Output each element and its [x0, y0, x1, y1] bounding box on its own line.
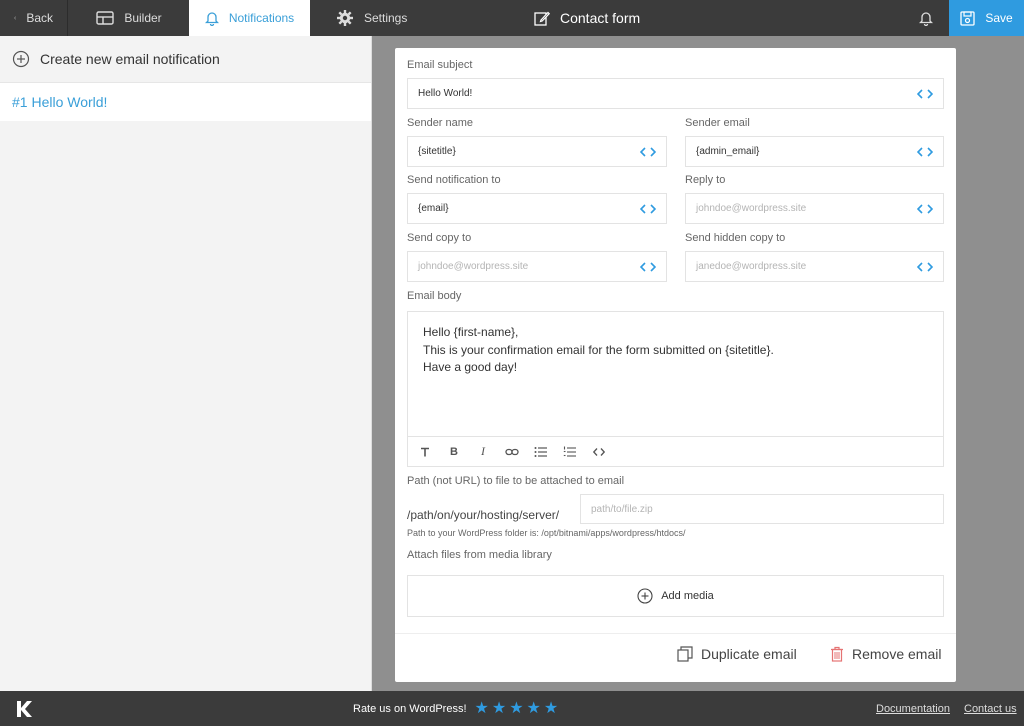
tab-builder-label: Builder [124, 11, 162, 25]
add-media-button[interactable]: Add media [407, 575, 944, 617]
attachment-label: Path (not URL) to file to be attached to… [407, 475, 625, 487]
plus-circle-icon [12, 50, 30, 68]
notification-item[interactable]: #1 Hello World! [0, 83, 371, 121]
code-icon[interactable] [630, 146, 666, 157]
code-icon[interactable] [907, 203, 943, 214]
copy-icon [677, 646, 693, 662]
code-icon[interactable] [907, 146, 943, 157]
email-body-line: Have a good day! [423, 360, 518, 374]
star-icon[interactable]: ★ [492, 700, 506, 717]
chevron-left-icon [14, 16, 17, 20]
top-bar: Back Builder Notifications Settings Cont… [0, 0, 1024, 36]
trash-icon [831, 646, 843, 662]
form-title-text: Contact form [560, 10, 641, 26]
sender-name-field[interactable]: {sitetitle} [407, 136, 667, 167]
text-format-icon[interactable] [416, 443, 434, 461]
back-button[interactable]: Back [0, 0, 68, 36]
attachment-path-input[interactable]: path/to/file.zip [580, 494, 944, 524]
email-body-line: This is your confirmation email for the … [423, 342, 774, 357]
wordpress-path-hint: Path to your WordPress folder is: /opt/b… [407, 528, 686, 538]
attachment-path-placeholder: path/to/file.zip [591, 503, 653, 515]
code-icon[interactable] [630, 261, 666, 272]
sender-name-label: Sender name [407, 117, 474, 129]
back-label: Back [26, 11, 53, 25]
footer: Rate us on WordPress! ★ ★ ★ ★ ★ Document… [0, 691, 1024, 726]
sender-name-value: {sitetitle} [418, 146, 456, 157]
send-copy-field[interactable]: johndoe@wordpress.site [407, 251, 667, 282]
tab-builder[interactable]: Builder [69, 0, 189, 36]
notification-item-label: #1 Hello World! [12, 94, 108, 110]
numbered-list-icon[interactable] [561, 443, 579, 461]
bell-icon [919, 12, 933, 26]
email-subject-field[interactable]: Hello World! [407, 78, 944, 109]
email-body-text[interactable]: Hello {first-name}, This is your confirm… [408, 312, 943, 437]
rate-us: Rate us on WordPress! ★ ★ ★ ★ ★ [353, 691, 558, 726]
edit-icon [534, 11, 550, 26]
star-icon[interactable]: ★ [527, 700, 541, 717]
send-to-field[interactable]: {email} [407, 193, 667, 224]
save-label: Save [985, 11, 1013, 25]
documentation-link[interactable]: Documentation [876, 691, 950, 726]
reply-to-label: Reply to [685, 174, 726, 186]
star-icon[interactable]: ★ [475, 700, 489, 717]
editor-area: Email subject Hello World! Sender name {… [373, 36, 1024, 691]
notifications-sidebar: Create new email notification #1 Hello W… [0, 36, 372, 691]
remove-email-label: Remove email [852, 646, 942, 662]
bullet-list-icon[interactable] [532, 443, 550, 461]
reply-to-field[interactable]: johndoe@wordpress.site [685, 193, 944, 224]
send-to-value: {email} [418, 203, 449, 214]
italic-icon[interactable]: I [474, 443, 492, 461]
email-subject-label: Email subject [407, 59, 473, 71]
add-media-label: Add media [661, 590, 714, 602]
tab-notifications-label: Notifications [228, 11, 295, 25]
contact-us-link[interactable]: Contact us [964, 691, 1017, 726]
email-subject-value: Hello World! [418, 88, 473, 99]
duplicate-email-label: Duplicate email [701, 646, 797, 662]
star-icon[interactable]: ★ [509, 700, 523, 717]
sender-email-field[interactable]: {admin_email} [685, 136, 944, 167]
divider [395, 633, 956, 634]
duplicate-email-button[interactable]: Duplicate email [677, 646, 797, 662]
reply-to-placeholder: johndoe@wordpress.site [696, 203, 807, 214]
link-icon[interactable] [503, 443, 521, 461]
tab-settings-label: Settings [364, 11, 408, 25]
gear-icon [337, 10, 353, 26]
remove-email-button[interactable]: Remove email [830, 646, 941, 662]
brand-logo-icon [17, 701, 32, 717]
sender-email-value: {admin_email} [696, 146, 760, 157]
attachment-path-prefix: /path/on/your/hosting/server/ [407, 507, 560, 522]
create-notification-label: Create new email notification [40, 51, 220, 67]
editor-toolbar: B I [408, 436, 943, 466]
star-icon[interactable]: ★ [544, 700, 558, 717]
send-to-label: Send notification to [407, 174, 501, 186]
alerts-button[interactable] [903, 0, 949, 36]
save-button[interactable]: Save [949, 0, 1024, 36]
notification-card: Email subject Hello World! Sender name {… [395, 48, 956, 682]
email-body-label: Email body [407, 290, 462, 302]
send-hidden-copy-field[interactable]: janedoe@wordpress.site [685, 251, 944, 282]
code-icon[interactable] [907, 261, 943, 272]
send-hidden-copy-placeholder: janedoe@wordpress.site [696, 261, 807, 272]
send-copy-placeholder: johndoe@wordpress.site [418, 261, 529, 272]
tab-notifications[interactable]: Notifications [189, 0, 310, 36]
plus-circle-icon [637, 588, 653, 604]
save-icon [960, 10, 975, 26]
bold-icon[interactable]: B [445, 443, 463, 461]
code-icon[interactable] [590, 443, 608, 461]
send-copy-label: Send copy to [407, 232, 472, 244]
email-body-editor[interactable]: Hello {first-name}, This is your confirm… [407, 311, 944, 467]
create-notification-button[interactable]: Create new email notification [0, 36, 371, 83]
builder-icon [96, 11, 115, 25]
email-body-line: Hello {first-name}, [423, 325, 519, 339]
rating-stars[interactable]: ★ ★ ★ ★ ★ [475, 700, 559, 717]
form-title[interactable]: Contact form [534, 0, 640, 36]
code-icon[interactable] [630, 203, 666, 214]
bell-icon [204, 12, 219, 26]
code-icon[interactable] [907, 88, 943, 99]
sender-email-label: Sender email [685, 117, 750, 129]
tab-settings[interactable]: Settings [322, 0, 422, 36]
rate-us-label: Rate us on WordPress! [353, 702, 467, 715]
send-hidden-copy-label: Send hidden copy to [685, 232, 786, 244]
media-library-label: Attach files from media library [407, 549, 552, 561]
